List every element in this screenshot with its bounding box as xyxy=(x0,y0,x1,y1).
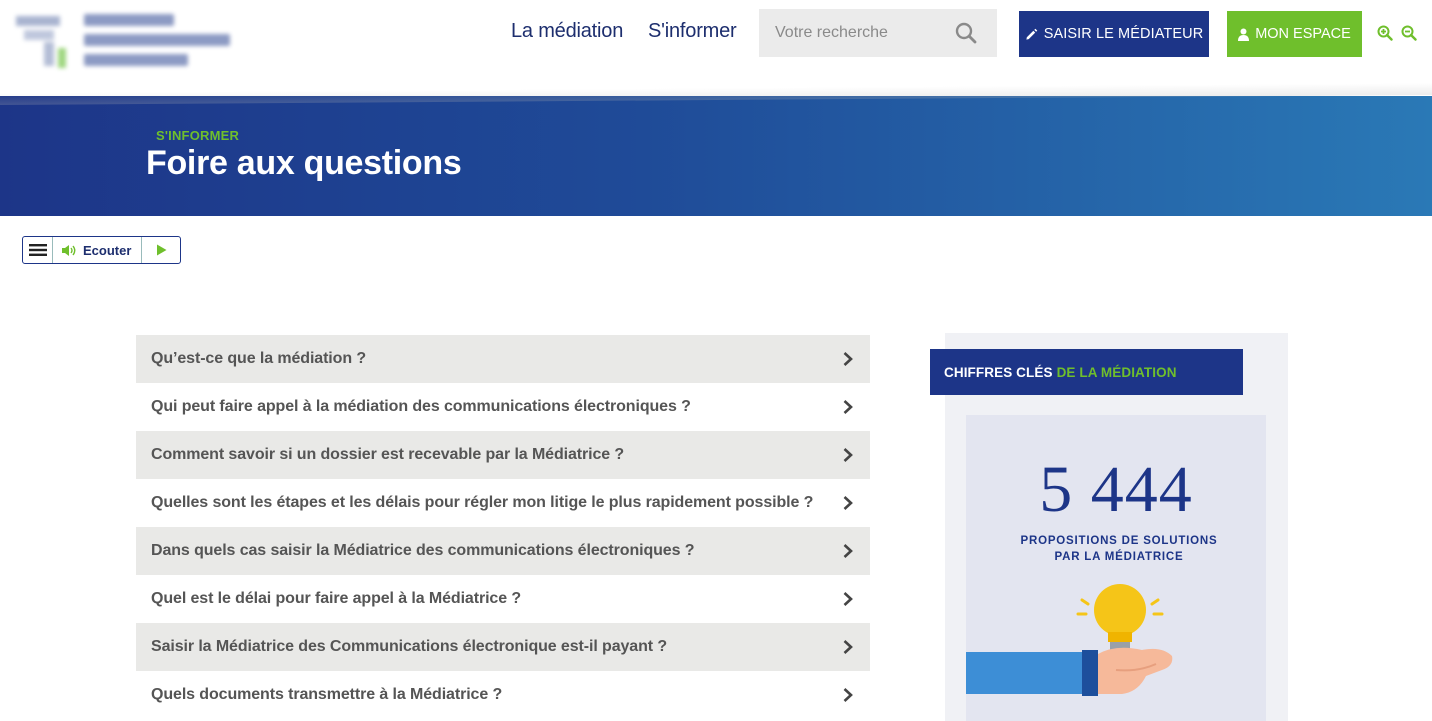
listen-menu-button[interactable] xyxy=(23,237,53,263)
faq-item[interactable]: Dans quels cas saisir la Médiatrice des … xyxy=(136,527,870,575)
search-input[interactable] xyxy=(759,9,949,57)
faq-item[interactable]: Saisir la Médiatrice des Communications … xyxy=(136,623,870,671)
faq-question: Saisir la Médiatrice des Communications … xyxy=(151,638,668,655)
faq-item[interactable]: Comment savoir si un dossier est recevab… xyxy=(136,431,870,479)
logo-text-block xyxy=(84,14,230,74)
faq-question: Qu’est-ce que la médiation ? xyxy=(151,350,367,367)
chevron-right-icon xyxy=(843,688,853,702)
faq-question: Dans quels cas saisir la Médiatrice des … xyxy=(151,542,695,559)
logo-mark-icon xyxy=(16,16,66,68)
zoom-out-icon[interactable] xyxy=(1401,25,1417,41)
lightbulb-icon xyxy=(1094,584,1146,636)
nav-informer[interactable]: S'informer xyxy=(648,20,737,43)
search-box xyxy=(759,9,997,57)
user-icon xyxy=(1238,28,1250,41)
faq-question: Qui peut faire appel à la médiation des … xyxy=(151,398,691,415)
stat-label-line2: PAR LA MÉDIATRICE xyxy=(1054,551,1184,563)
chevron-right-icon xyxy=(843,496,853,510)
stat-label: PROPOSITIONS DE SOLUTIONS PAR LA MÉDIATR… xyxy=(966,533,1272,565)
site-logo[interactable] xyxy=(8,8,230,76)
listen-widget: Ecouter xyxy=(22,236,181,264)
faq-item[interactable]: Quels documents transmettre à la Médiatr… xyxy=(136,671,870,719)
listen-button[interactable]: Ecouter xyxy=(53,237,142,263)
stat-value: 5 444 xyxy=(1039,453,1193,526)
nav-mediation[interactable]: La médiation xyxy=(511,20,623,43)
play-button[interactable] xyxy=(142,237,180,263)
mon-espace-label: MON ESPACE xyxy=(1255,26,1351,42)
faq-item[interactable]: Qu’est-ce que la médiation ? xyxy=(136,335,870,383)
key-figures-title: CHIFFRES CLÉS xyxy=(944,364,1053,380)
chevron-right-icon xyxy=(843,592,853,606)
mon-espace-button[interactable]: MON ESPACE xyxy=(1227,11,1362,57)
page-title: Foire aux questions xyxy=(146,144,462,182)
lightbulb-hand-illustration xyxy=(966,584,1173,696)
key-figures-heading: CHIFFRES CLÉS DE LA MÉDIATION xyxy=(930,349,1243,395)
pencil-icon xyxy=(1026,28,1037,40)
chevron-right-icon xyxy=(843,544,853,558)
site-header: La médiation S'informer SAISIR LE MÉDIAT… xyxy=(0,0,1432,96)
chevron-right-icon xyxy=(843,448,853,462)
key-figures-title-accent: DE LA MÉDIATION xyxy=(1056,364,1177,380)
chevron-right-icon xyxy=(843,400,853,414)
faq-question: Comment savoir si un dossier est recevab… xyxy=(151,446,625,463)
speaker-icon xyxy=(62,244,76,256)
chevron-right-icon xyxy=(843,352,853,366)
faq-item[interactable]: Quelles sont les étapes et les délais po… xyxy=(136,479,870,527)
breadcrumb[interactable]: S'INFORMER xyxy=(156,128,239,143)
stat-label-line1: PROPOSITIONS DE SOLUTIONS xyxy=(1020,535,1218,547)
saisir-mediateur-label: SAISIR LE MÉDIATEUR xyxy=(1043,26,1204,42)
listen-label: Ecouter xyxy=(83,242,132,258)
faq-question: Quelles sont les étapes et les délais po… xyxy=(151,494,814,511)
faq-list: Qu’est-ce que la médiation ? Qui peut fa… xyxy=(136,335,870,719)
zoom-in-icon[interactable] xyxy=(1377,25,1393,41)
faq-item[interactable]: Qui peut faire appel à la médiation des … xyxy=(136,383,870,431)
faq-item[interactable]: Quel est le délai pour faire appel à la … xyxy=(136,575,870,623)
chevron-right-icon xyxy=(843,640,853,654)
search-icon[interactable] xyxy=(955,22,977,44)
faq-question: Quel est le délai pour faire appel à la … xyxy=(151,590,522,607)
play-icon xyxy=(156,244,166,256)
saisir-mediateur-button[interactable]: SAISIR LE MÉDIATEUR xyxy=(1019,11,1209,57)
faq-question: Quels documents transmettre à la Médiatr… xyxy=(151,686,503,703)
menu-icon xyxy=(28,244,47,256)
